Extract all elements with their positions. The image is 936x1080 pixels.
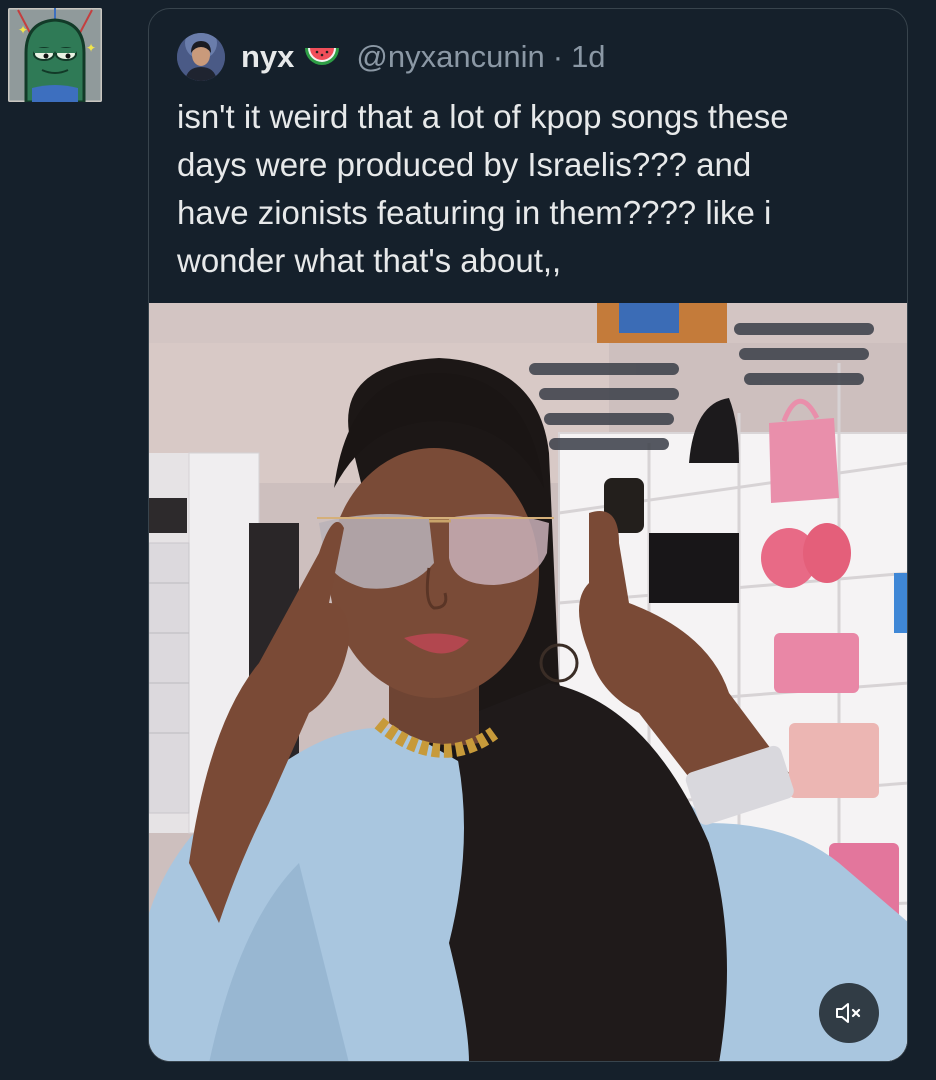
watermelon-icon <box>305 48 340 65</box>
separator-dot: · <box>552 39 564 74</box>
post-time[interactable]: 1d <box>571 39 605 75</box>
user-handle[interactable]: @nyxancunin <box>356 39 544 75</box>
quoted-tweet-card[interactable]: nyx @nyxancunin · 1d isn't it weird that… <box>148 8 908 1062</box>
speaker-muted-icon <box>836 1003 861 1023</box>
quoted-tweet-header: nyx @nyxancunin · 1d <box>177 33 606 81</box>
frog-avatar-image: ✦ ✦ <box>8 8 102 102</box>
mute-toggle-button[interactable] <box>819 983 879 1043</box>
video-frame <box>149 303 907 1061</box>
avatar-photo <box>177 33 225 81</box>
tweet-video[interactable] <box>149 303 907 1061</box>
timeline-page: ✦ ✦ nyx @nyxancunin · 1d isn't it weird … <box>0 0 936 1080</box>
display-name[interactable]: nyx <box>241 39 294 75</box>
user-avatar[interactable]: ✦ ✦ <box>8 8 102 102</box>
svg-text:✦: ✦ <box>86 41 96 55</box>
tweet-text: isn't it weird that a lot of kpop songs … <box>177 98 789 279</box>
svg-text:✦: ✦ <box>18 23 28 37</box>
quoted-user-avatar[interactable] <box>177 33 225 81</box>
